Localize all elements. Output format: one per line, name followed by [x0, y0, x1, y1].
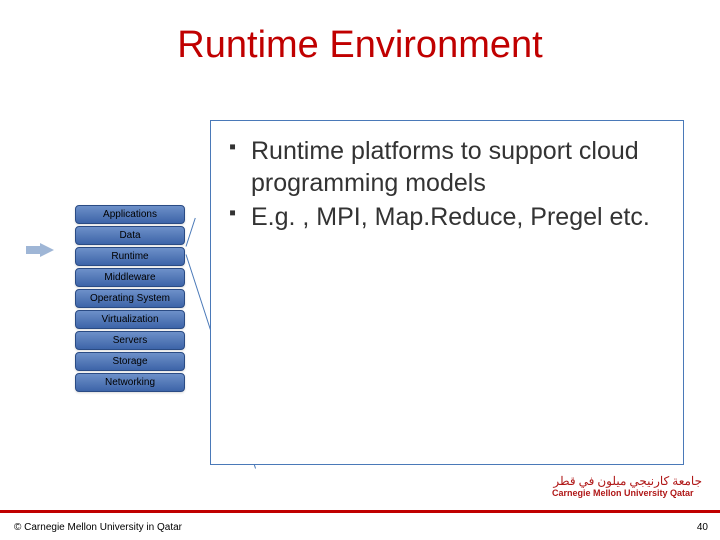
logo-english: Carnegie Mellon University Qatar: [552, 489, 702, 498]
page-number: 40: [697, 522, 708, 533]
layer-runtime: Runtime: [75, 247, 185, 266]
layer-virtualization: Virtualization: [75, 310, 185, 329]
bullet-item: Runtime platforms to support cloud progr…: [229, 135, 665, 199]
cmu-qatar-logo: جامعة كارنيجي ميلون في قطر Carnegie Mell…: [552, 474, 702, 504]
layer-data: Data: [75, 226, 185, 245]
logo-arabic: جامعة كارنيجي ميلون في قطر: [552, 474, 702, 489]
callout-connector: [186, 218, 196, 247]
slide-title: Runtime Environment: [0, 24, 720, 67]
bullet-list: Runtime platforms to support cloud progr…: [229, 135, 665, 233]
footer-bar: © Carnegie Mellon University in Qatar 40: [0, 510, 720, 540]
layer-storage: Storage: [75, 352, 185, 371]
stack-diagram: Applications Data Runtime Middleware Ope…: [75, 205, 185, 394]
layer-applications: Applications: [75, 205, 185, 224]
callout-box: Runtime platforms to support cloud progr…: [210, 120, 684, 465]
copyright-text: © Carnegie Mellon University in Qatar: [14, 522, 182, 533]
layer-middleware: Middleware: [75, 268, 185, 287]
layer-os: Operating System: [75, 289, 185, 308]
layer-servers: Servers: [75, 331, 185, 350]
bullet-item: E.g. , MPI, Map.Reduce, Pregel etc.: [229, 201, 665, 233]
layer-networking: Networking: [75, 373, 185, 392]
pointer-arrow-icon: [40, 243, 54, 257]
